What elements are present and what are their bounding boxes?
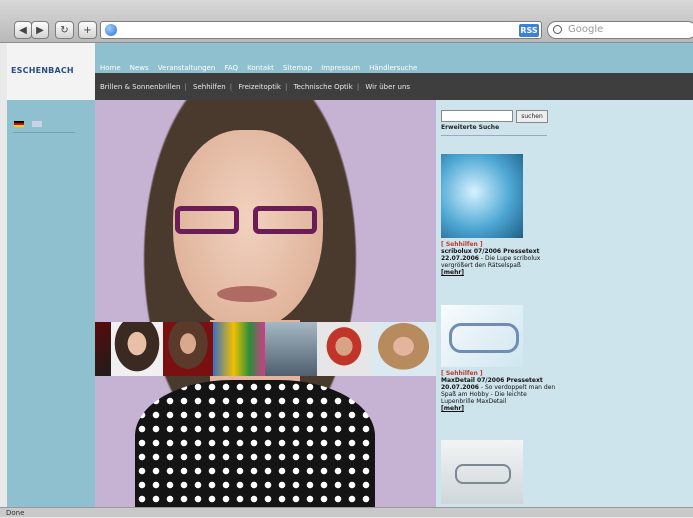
nav-kontakt[interactable]: Kontakt [247,64,274,72]
cat-sehhilfen[interactable]: Sehhilfen [193,83,226,91]
nav-home[interactable]: Home [100,64,121,72]
cat-technische-optik[interactable]: Technische Optik [294,83,353,91]
forward-button[interactable]: ▶ [31,21,49,39]
search-button[interactable]: suchen [516,110,548,123]
nav-haendlersuche[interactable]: Händlersuche [369,64,417,72]
browser-search-field[interactable]: Google [547,21,693,39]
advanced-search-link[interactable]: Erweiterte Suche [441,124,499,131]
site-logo[interactable]: ESCHENBACH [7,43,95,100]
category-navigation: Brillen & Sonnenbrillen | Sehhilfen | Frei… [95,73,693,100]
separator: | [356,83,360,91]
separator: | [184,83,187,91]
rss-button[interactable]: RSS [519,24,539,37]
lens [253,206,317,234]
language-switcher [14,113,45,132]
hero-dress [135,380,375,507]
more-link[interactable]: [mehr] [441,405,611,412]
separator: | [229,83,233,91]
divider [441,135,547,136]
english-flag-icon[interactable] [32,120,43,127]
thumbnail[interactable] [111,322,163,376]
cat-freizeitoptik[interactable]: Freizeitoptik [238,83,281,91]
nav-news[interactable]: News [130,64,149,72]
nav-impressum[interactable]: Impressum [321,64,360,72]
cat-wir-ueber-uns[interactable]: Wir über uns [365,83,410,91]
news-image-scribolux[interactable] [441,154,523,238]
address-bar[interactable] [100,21,542,39]
lens [175,206,239,234]
thumbnail[interactable] [265,322,317,376]
hero-lips [217,286,277,302]
hero-image [95,100,436,507]
separator: | [284,83,288,91]
thumbnail[interactable] [317,322,371,376]
status-bar: Done [0,507,693,517]
search-placeholder: Google [568,24,604,35]
thumbnail[interactable] [213,322,265,376]
globe-icon [105,24,117,36]
browser-toolbar: ◀ ▶ ↻ + RSS Google [0,0,693,43]
news-category[interactable]: [ Sehhilfen ] [441,241,611,248]
news-image-product[interactable] [441,440,523,504]
german-flag-icon[interactable] [14,120,24,127]
divider [13,132,75,133]
news-title: scribolux 07/2006 Pressetext [441,248,540,255]
news-date: 22.07.2006 [441,255,479,262]
more-link[interactable]: [mehr] [441,269,611,276]
left-sidebar: ESCHENBACH [7,43,95,507]
thumbnail[interactable] [95,322,111,376]
nav-faq[interactable]: FAQ [224,64,238,72]
news-category[interactable]: [ Sehhilfen ] [441,370,611,377]
web-page: ESCHENBACH Home News Veranstaltungen FAQ… [7,43,693,507]
news-item: [ Sehhilfen ] MaxDetail 07/2006 Pressete… [441,370,611,412]
thumbnail[interactable] [163,322,213,376]
news-date: 20.07.2006 [441,384,479,391]
news-sidebar: suchen Erweiterte Suche [ Sehhilfen ] sc… [436,100,693,507]
add-bookmark-button[interactable]: + [78,21,97,39]
thumbnail-strip [95,322,436,376]
nav-veranstaltungen[interactable]: Veranstaltungen [158,64,216,72]
search-icon [553,25,562,34]
news-title: MaxDetail 07/2006 Pressetext [441,377,543,384]
back-button[interactable]: ◀ [14,21,32,39]
news-image-maxdetail[interactable] [441,305,523,367]
reload-button[interactable]: ↻ [55,21,74,39]
glasses-icon [167,206,327,238]
thumbnail[interactable] [371,322,436,376]
logo-text: ESCHENBACH [11,66,74,75]
cat-brillen[interactable]: Brillen & Sonnenbrillen [100,83,180,91]
news-item: [ Sehhilfen ] scribolux 07/2006 Pressete… [441,241,611,276]
nav-sitemap[interactable]: Sitemap [283,64,312,72]
top-navigation: Home News Veranstaltungen FAQ Kontakt Si… [95,43,693,73]
site-search-input[interactable] [441,110,513,122]
